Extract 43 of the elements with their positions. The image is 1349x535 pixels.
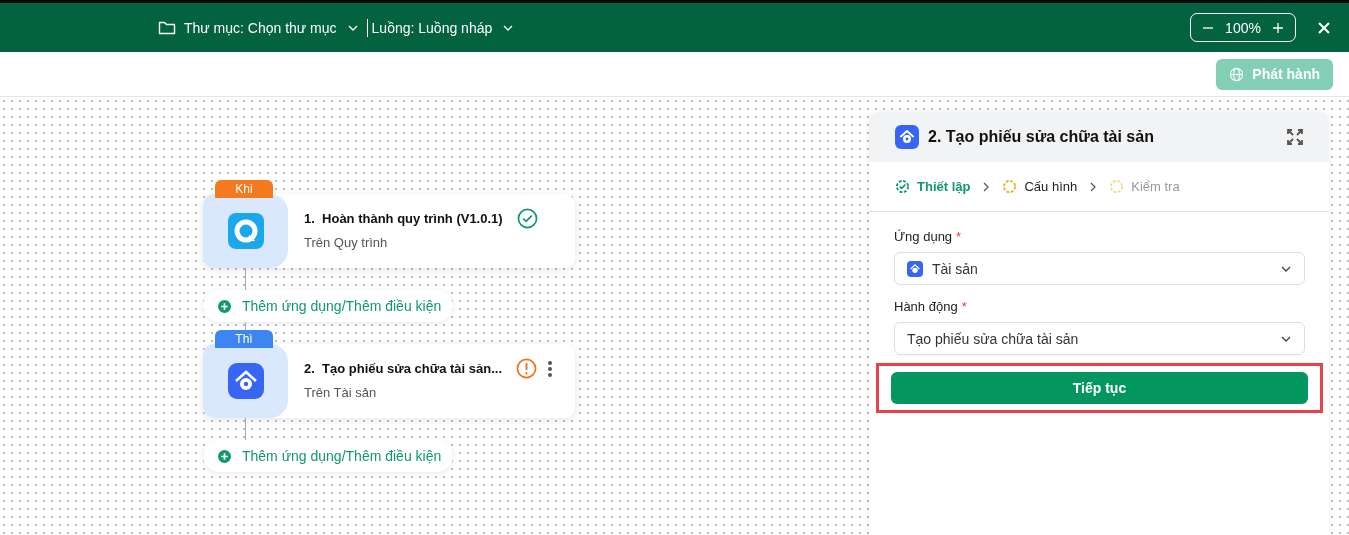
node-subtitle: Trên Quy trình (304, 235, 389, 250)
plus-icon[interactable] (1271, 21, 1284, 34)
node-card[interactable]: 2. Tạo phiếu sửa chữa tài sản... Trên Tài sản (203, 344, 575, 418)
chevron-right-icon (1089, 181, 1098, 192)
continue-button[interactable]: Tiếp tục (891, 372, 1308, 404)
dashed-circle-icon (1002, 179, 1018, 194)
add-app-button[interactable]: Thêm ứng dụng/Thêm điều kiện (203, 440, 454, 472)
house-icon (227, 363, 264, 399)
app-logo-icon (227, 213, 264, 249)
plus-circle-icon (218, 299, 231, 313)
chevron-right-icon (982, 181, 991, 192)
folder-selector[interactable]: Thư mục: Chọn thư mục (184, 19, 337, 36)
add-app-button[interactable]: Thêm ứng dụng/Thêm điều kiện (203, 290, 454, 322)
house-icon (895, 125, 919, 149)
check-circle-icon (895, 179, 910, 194)
chevron-down-icon (1280, 264, 1292, 273)
node-badge: Khi (215, 180, 273, 198)
node-card[interactable]: 1. Hoàn thành quy trình (V1.0.1) Trên Quy trình (203, 194, 575, 268)
node-title: 1. Hoàn thành quy trình (V1.0.1) (304, 211, 503, 226)
node-subtitle: Trên Tài sản (304, 385, 378, 400)
flow-selector[interactable]: Luồng: Luồng nháp (371, 19, 493, 36)
dashed-circle-icon (1109, 179, 1125, 194)
node-badge: Thì (215, 330, 273, 348)
field-label: Ứng dụng * (894, 229, 963, 244)
step-tab[interactable]: Cấu hình (1002, 179, 1078, 194)
panel-title: 2. Tạo phiếu sửa chữa tài sản (928, 128, 1155, 146)
expand-icon[interactable] (1287, 129, 1303, 145)
more-icon[interactable] (547, 359, 553, 378)
node-title: 2. Tạo phiếu sửa chữa tài sản... (304, 361, 502, 376)
globe-icon (1229, 66, 1245, 82)
required-mark: * (956, 229, 962, 244)
step-tab[interactable]: Thiết lập (895, 179, 971, 194)
select-field[interactable]: Tài sản (894, 252, 1305, 285)
field-label: Hành động * (894, 299, 968, 314)
folder-icon (158, 19, 176, 36)
plus-circle-icon (218, 449, 231, 463)
chevron-down-icon[interactable] (346, 23, 359, 32)
close-icon[interactable] (1318, 21, 1330, 34)
select-field[interactable]: Tạo phiếu sửa chữa tài sản (894, 322, 1305, 355)
chevron-down-icon (1280, 334, 1292, 343)
zoom-level: 100% (1225, 19, 1261, 36)
chevron-down-icon[interactable] (502, 23, 515, 32)
required-mark: * (961, 299, 967, 314)
